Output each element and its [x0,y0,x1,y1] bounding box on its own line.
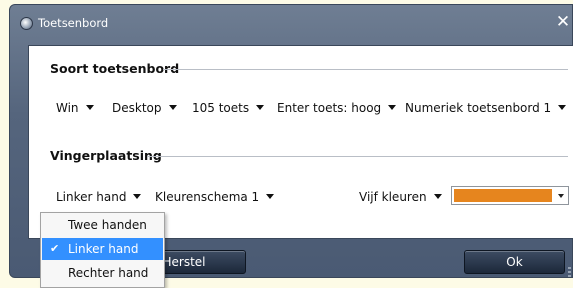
numpad-dropdown-label: Numeriek toetsenbord 1 [405,101,552,115]
keyboard-type-heading: Soort toetsenbord [50,61,180,76]
color-picker[interactable] [451,186,569,205]
caret-down-icon [85,105,94,110]
section-divider [147,156,568,157]
caret-down-icon [266,194,275,199]
ok-button[interactable]: Ok [464,250,565,274]
caret-down-icon [168,105,177,110]
caret-down-icon [388,105,397,110]
title-bar[interactable]: Toetsenbord ✕ [10,5,572,41]
color-scheme-dropdown-label: Kleurenschema 1 [155,190,260,204]
menu-item-label: Linker hand [68,242,139,256]
section-divider [163,69,568,70]
resize-grip[interactable] [568,267,571,279]
color-swatch [454,189,552,202]
hand-dropdown-menu: Twee handen ✔ Linker hand Rechter hand [40,212,165,288]
hand-dropdown-label: Linker hand [56,190,127,204]
caret-down-icon [133,194,142,199]
hand-dropdown[interactable]: Linker hand [56,190,142,204]
close-icon[interactable]: ✕ [554,11,572,33]
color-count-dropdown[interactable]: Vijf kleuren [359,190,442,204]
color-scheme-dropdown[interactable]: Kleurenschema 1 [155,190,275,204]
app-icon [20,17,33,30]
numpad-dropdown[interactable]: Numeriek toetsenbord 1 [405,101,567,115]
device-dropdown-label: Desktop [112,101,162,115]
menu-item-label: Rechter hand [68,266,149,280]
caret-down-icon [433,194,442,199]
caret-down-icon [256,105,265,110]
window-title: Toetsenbord [38,16,109,30]
caret-down-icon [558,105,567,110]
key-count-dropdown-label: 105 toets [192,101,250,115]
menu-item-label: Twee handen [68,218,147,232]
enter-key-dropdown-label: Enter toets: hoog [277,101,382,115]
key-count-dropdown[interactable]: 105 toets [192,101,265,115]
finger-placement-heading: Vingerplaatsing [50,148,162,163]
enter-key-dropdown[interactable]: Enter toets: hoog [277,101,397,115]
os-dropdown[interactable]: Win [56,101,94,115]
caret-down-icon [558,194,564,198]
menu-item-right-hand[interactable]: Rechter hand [42,262,163,284]
settings-panel: Soort toetsenbord Win Desktop 105 toets … [28,45,573,239]
color-count-dropdown-label: Vijf kleuren [359,190,427,204]
menu-item-two-hands[interactable]: Twee handen [42,214,163,236]
menu-item-left-hand[interactable]: ✔ Linker hand [42,238,163,260]
device-dropdown[interactable]: Desktop [112,101,177,115]
os-dropdown-label: Win [56,101,79,115]
check-icon: ✔ [50,242,60,255]
